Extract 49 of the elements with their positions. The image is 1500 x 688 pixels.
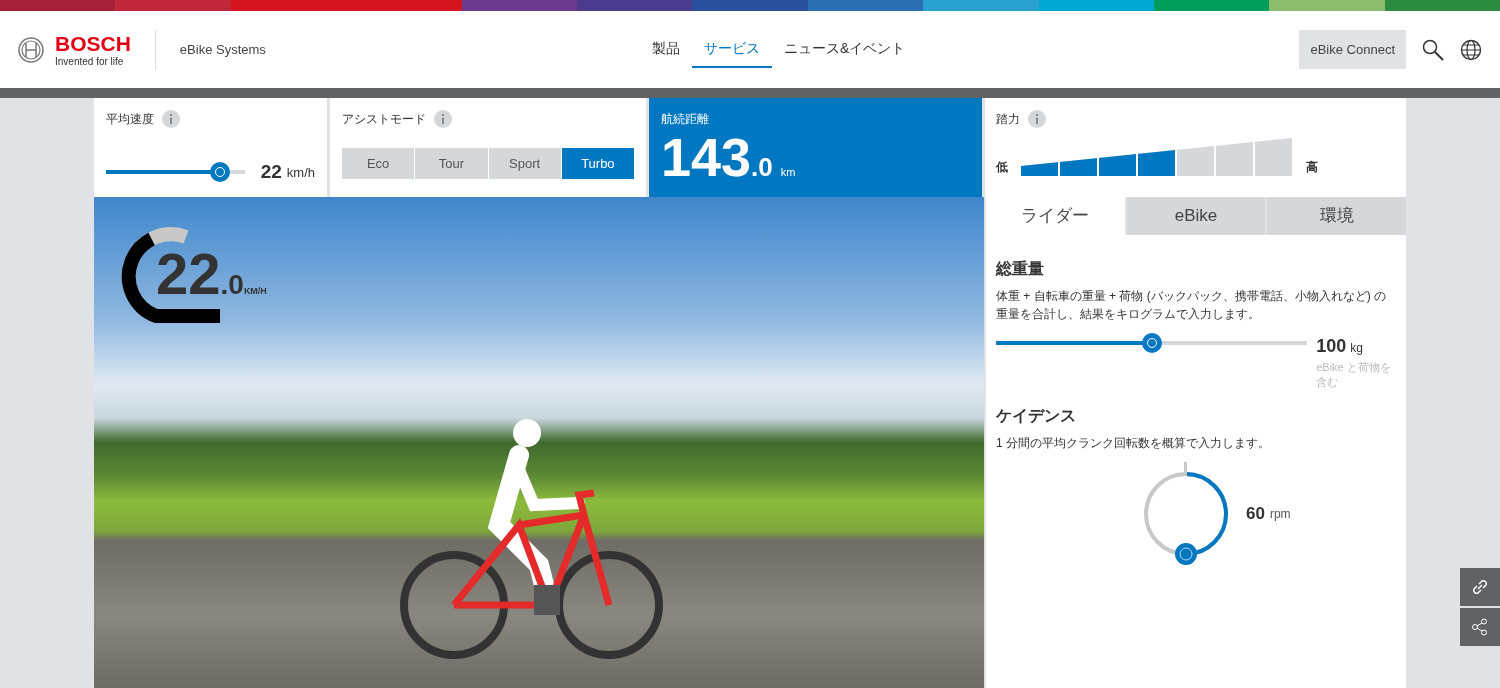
nav-link[interactable]: サービス — [692, 31, 772, 68]
link-icon — [1470, 577, 1490, 597]
slider[interactable] — [106, 162, 245, 183]
share-button[interactable] — [1460, 608, 1500, 646]
slider[interactable] — [996, 333, 1308, 353]
panel-label: 航続距離 — [661, 111, 710, 128]
cadence-value: 60 — [1246, 503, 1265, 526]
link-button[interactable] — [1460, 568, 1500, 606]
share-icon — [1470, 617, 1490, 637]
speed-value-unit: km/h — [286, 163, 315, 182]
search-icon[interactable] — [1422, 38, 1444, 61]
mode-button[interactable]: Tour — [415, 148, 488, 179]
range-decimal: .0 — [751, 151, 773, 184]
speed-value: 22 — [260, 160, 282, 184]
section-description: 1 分間の平均クランク回転数を概算で入力します。 — [996, 435, 1271, 452]
info-icon[interactable] — [434, 110, 452, 128]
cadence-unit: rpm — [1269, 506, 1291, 523]
high-label: 高 — [1306, 159, 1318, 176]
speed-unit: KM/H — [243, 287, 267, 296]
panel-label: 踏力 — [996, 111, 1020, 128]
section-title: ケイデンス — [996, 406, 1077, 426]
brand-tagline: Invented for life — [55, 56, 125, 67]
panel-label: 平均速度 — [106, 111, 154, 128]
brand-name: BOSCH — [55, 32, 131, 54]
tab[interactable]: 環境 — [1267, 197, 1406, 235]
nav-link[interactable]: 製品 — [640, 31, 692, 68]
nav-link[interactable]: ニュース&イベント — [772, 31, 918, 68]
range-value: 143 — [661, 130, 752, 184]
weight-unit: kg — [1350, 340, 1363, 357]
tab[interactable]: ライダー — [986, 197, 1125, 235]
panel-label: アシストモード — [342, 111, 426, 128]
weight-value: 100 — [1316, 335, 1347, 358]
connect-button[interactable]: eBike Connect — [1299, 30, 1406, 69]
info-icon[interactable] — [1028, 110, 1046, 128]
weight-note: eBike と荷物を含む — [1316, 360, 1392, 390]
speed-decimal: .0 — [220, 271, 244, 299]
info-icon[interactable] — [162, 110, 180, 128]
low-label: 低 — [996, 159, 1009, 176]
mode-button[interactable]: Turbo — [561, 148, 634, 179]
speed-reading: 22 — [156, 245, 221, 303]
tab[interactable]: eBike — [1126, 197, 1266, 235]
mode-button[interactable]: Sport — [488, 148, 561, 179]
range-unit: km — [780, 165, 796, 180]
globe-icon[interactable] — [1460, 38, 1482, 61]
section-title: 総重量 — [996, 259, 1045, 279]
mode-button[interactable]: Eco — [342, 148, 415, 179]
brand-logo-icon[interactable] — [18, 36, 44, 63]
site-name: eBike Systems — [179, 40, 266, 59]
section-description: 体重 + 自転車の重量 + 荷物 (バックパック、携帯電話、小物入れなど) の重量を合計し、結果をキログラムで入力します。 — [996, 288, 1387, 323]
